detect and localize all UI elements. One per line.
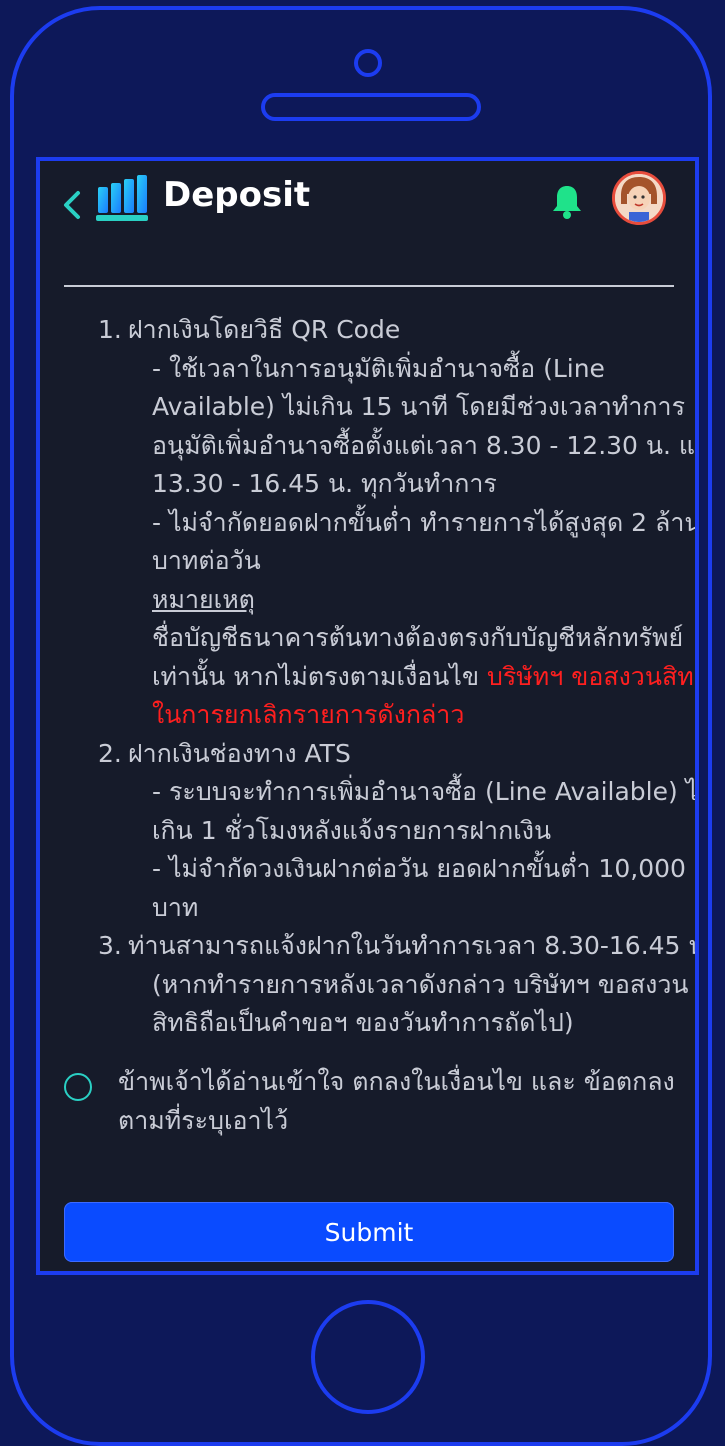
item-line: สิทธิถือเป็นคำขอฯ ของวันทำการถัดไป)	[152, 1008, 574, 1037]
note-text: เท่านั้น หากไม่ตรงตามเงื่อนไข	[152, 661, 487, 691]
term-item-qr: 1. ฝากเงินโดยวิธี QR Code - ใช้เวลาในการ…	[40, 311, 695, 735]
item-line: Available) ไม่เกิน 15 นาที โดยมีช่วงเวลา…	[152, 392, 686, 421]
deposit-terms: 1. ฝากเงินโดยวิธี QR Code - ใช้เวลาในการ…	[40, 311, 695, 1043]
speaker-icon	[261, 93, 481, 121]
back-chevron-icon[interactable]	[60, 187, 84, 223]
item-line: ท่านสามารถแจ้งฝากในวันทำการเวลา 8.30-16.…	[128, 931, 699, 960]
item-line: เกิน 1 ชั่วโมงหลังแจ้งรายการฝากเงิน	[152, 815, 552, 845]
user-avatar[interactable]	[612, 171, 666, 225]
item-line: 13.30 - 16.45 น. ทุกวันทำการ	[152, 469, 497, 498]
warning-text: ในการยกเลิกรายการดังกล่าว	[152, 700, 465, 729]
warning-text: บริษัทฯ ขอสงวนสิทธิ	[487, 661, 699, 691]
item-number: 3.	[98, 931, 122, 960]
item-number: 2.	[98, 738, 122, 768]
item-line: - ไม่จำกัดวงเงินฝากต่อวัน ยอดฝากขั้นต่ำ …	[152, 854, 686, 883]
home-button[interactable]	[311, 1300, 425, 1414]
item-number: 1.	[98, 315, 122, 344]
notification-bell-icon[interactable]	[550, 183, 584, 221]
app-screen: Deposit 1. ฝากเงินโดยวิธี QR Code - ใช้เ…	[36, 157, 699, 1275]
term-item-ats: 2. ฝากเงินช่องทาง ATS - ระบบจะทำการเพิ่ม…	[40, 735, 695, 928]
agreement-checkbox[interactable]	[64, 1073, 92, 1101]
note-line: ชื่อบัญชีธนาคารต้นทางต้องตรงกับบัญชีหลัก…	[152, 623, 684, 652]
item-line: ฝากเงินช่องทาง ATS	[128, 738, 351, 768]
page-title: Deposit	[163, 175, 311, 215]
item-line: ฝากเงินโดยวิธี QR Code	[128, 315, 401, 344]
note-label: หมายเหตุ	[152, 584, 255, 614]
camera-icon	[354, 49, 382, 77]
note-line: เท่านั้น หากไม่ตรงตามเงื่อนไข บริษัทฯ ขอ…	[152, 658, 695, 697]
item-line: บาทต่อวัน	[152, 546, 261, 575]
header: Deposit	[40, 161, 695, 251]
header-divider	[64, 285, 674, 287]
item-line: - ไม่จำกัดยอดฝากขั้นต่ำ ทำรายการได้สูงสุ…	[152, 507, 699, 537]
submit-button[interactable]: Submit	[64, 1202, 674, 1262]
agreement-line: ข้าพเจ้าได้อ่านเข้าใจ ตกลงในเงื่อนไข และ…	[118, 1067, 675, 1096]
item-line: (หากทำรายการหลังเวลาดังกล่าว บริษัทฯ ขอส…	[152, 969, 689, 999]
item-line: - ใช้เวลาในการอนุมัติเพิ่มอำนาจซื้อ (Lin…	[152, 353, 605, 383]
app-logo-icon	[96, 175, 148, 221]
agreement-text[interactable]: ข้าพเจ้าได้อ่านเข้าใจ ตกลงในเงื่อนไข และ…	[118, 1063, 675, 1140]
agreement-line: ตามที่ระบุเอาไว้	[118, 1105, 289, 1135]
item-line: อนุมัติเพิ่มอำนาจซื้อตั้งแต่เวลา 8.30 - …	[152, 430, 699, 460]
item-line: บาท	[152, 892, 199, 922]
term-item-notify: 3. ท่านสามารถแจ้งฝากในวันทำการเวลา 8.30-…	[40, 927, 695, 1043]
item-line: - ระบบจะทำการเพิ่มอำนาจซื้อ (Line Availa…	[152, 777, 699, 806]
